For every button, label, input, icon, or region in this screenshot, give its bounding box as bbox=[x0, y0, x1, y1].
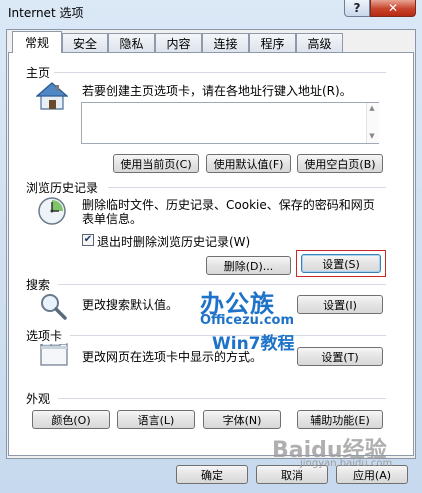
history-divider bbox=[108, 187, 386, 188]
ok-button[interactable]: 确定 bbox=[176, 465, 248, 484]
scroll-up-icon[interactable]: ▲ bbox=[366, 104, 378, 112]
officezu-logo-url: Officezu.com bbox=[200, 313, 295, 328]
scroll-down-icon[interactable]: ▼ bbox=[366, 132, 378, 140]
checkmark-icon: ✔ bbox=[83, 234, 93, 245]
tab-content[interactable]: 内容 bbox=[155, 33, 202, 52]
home-section-label: 主页 bbox=[26, 64, 55, 81]
tab-privacy[interactable]: 隐私 bbox=[108, 33, 155, 52]
baidu-watermark-url: jingyan.baidu.com bbox=[300, 458, 393, 469]
delete-history-on-exit-label[interactable]: 退出时删除浏览历史记录(W) bbox=[97, 233, 250, 250]
appearance-section-label: 外观 bbox=[26, 390, 55, 407]
help-icon: ? bbox=[353, 1, 361, 15]
tab-security[interactable]: 安全 bbox=[62, 33, 108, 52]
home-divider bbox=[46, 72, 386, 73]
search-section-label: 搜索 bbox=[26, 276, 55, 293]
delete-history-button[interactable]: 删除(D)... bbox=[206, 256, 291, 275]
close-icon: ✕ bbox=[387, 1, 399, 15]
tabs-section-label: 选项卡 bbox=[26, 327, 67, 344]
colors-button[interactable]: 颜色(O) bbox=[32, 410, 110, 429]
search-description: 更改搜索默认值。 bbox=[82, 298, 179, 312]
history-description: 删除临时文件、历史记录、Cookie、保存的密码和网页表单信息。 bbox=[82, 198, 375, 226]
tab-programs[interactable]: 程序 bbox=[249, 33, 296, 52]
fonts-button[interactable]: 字体(N) bbox=[203, 410, 281, 429]
tab-connections[interactable]: 连接 bbox=[202, 33, 249, 52]
home-address-input[interactable] bbox=[81, 102, 379, 144]
use-blank-button[interactable]: 使用空白页(B) bbox=[297, 154, 383, 173]
history-settings-button[interactable]: 设置(S) bbox=[301, 254, 381, 273]
history-section-label: 浏览历史记录 bbox=[26, 179, 103, 196]
tab-general[interactable]: 常规 bbox=[12, 31, 62, 53]
close-button[interactable]: ✕ bbox=[370, 0, 416, 17]
tab-advanced[interactable]: 高级 bbox=[296, 33, 343, 52]
home-icon bbox=[36, 82, 68, 110]
languages-button[interactable]: 语言(L) bbox=[117, 410, 195, 429]
history-clock-icon bbox=[38, 197, 66, 225]
window-title: Internet 选项 bbox=[8, 6, 84, 20]
help-button[interactable]: ? bbox=[344, 0, 370, 17]
officezu-logo-subtitle: Win7教程 bbox=[212, 334, 295, 354]
use-current-page-button[interactable]: 使用当前页(C) bbox=[113, 154, 199, 173]
search-magnifier-icon bbox=[41, 294, 67, 320]
appearance-divider bbox=[58, 398, 386, 399]
use-default-button[interactable]: 使用默认值(F) bbox=[206, 154, 291, 173]
tabs-settings-button[interactable]: 设置(T) bbox=[297, 347, 383, 366]
delete-history-on-exit-checkbox[interactable]: ✔ bbox=[82, 234, 94, 246]
search-settings-button[interactable]: 设置(I) bbox=[297, 295, 383, 314]
home-description: 若要创建主页选项卡，请在各地址行键入地址(R)。 bbox=[82, 84, 352, 98]
accessibility-button[interactable]: 辅助功能(E) bbox=[297, 410, 383, 429]
